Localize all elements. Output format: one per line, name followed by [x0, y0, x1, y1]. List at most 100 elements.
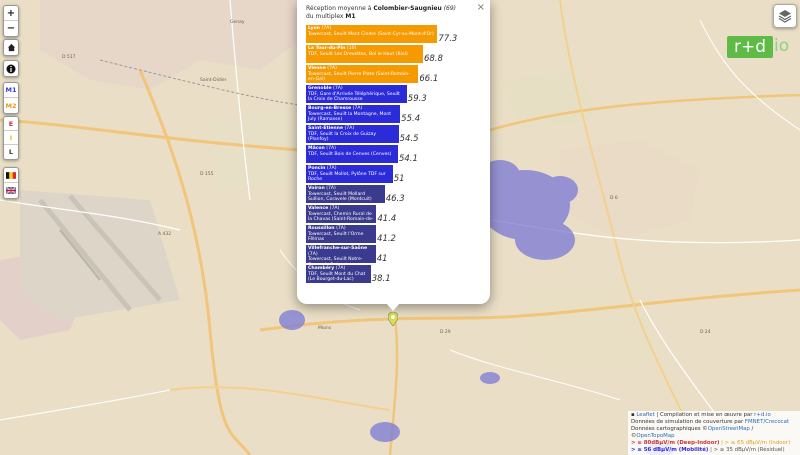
bar-value-label: 38.1 — [371, 274, 391, 284]
bar-station-tag: (7A) — [336, 226, 346, 231]
layers-icon — [778, 10, 792, 23]
uk-flag-icon — [6, 187, 16, 194]
chart-bar[interactable]: Poncin (7A) TDF, Seuilt Mollot, Pylône TD… — [306, 165, 393, 183]
bar-value-label: 55.4 — [401, 114, 421, 124]
bar-station-desc: TDF, Seuilt Mollot, Pylône TDF sur Roche — [308, 171, 386, 183]
home-control — [3, 39, 19, 56]
chart-bar[interactable]: Chambéry (7A) TDF, Seuilt Mont du Chat (L… — [306, 265, 371, 283]
popup-title: Réception moyenne à Colombier-Saugnieu (… — [306, 5, 466, 21]
bar-value-label: 41.2 — [377, 234, 396, 244]
reception-popup: × Réception moyenne à Colombier-Saugnieu… — [297, 0, 490, 304]
zoom-in-button[interactable]: + — [4, 6, 18, 21]
multiplex-m2-button[interactable]: M2 — [4, 98, 18, 113]
bar-station-desc: TDF, Seuilt Mont du Chat (Le Bourget-du-… — [308, 271, 366, 283]
bar-value-label: 41 — [376, 254, 388, 264]
rd-link[interactable]: r+d.io — [754, 412, 771, 418]
chart-row: Roussillon (7A) Towercast, Seuilt l'Orme … — [306, 225, 484, 245]
attrib-text: Données cartographiques © — [631, 426, 708, 432]
title-line2: du multiplex — [306, 13, 346, 20]
bar-station-tag: (7A) — [329, 206, 340, 211]
legend-mobilite: > ≥ 56 dBµV/m (Mobilité) — [631, 447, 709, 453]
multiplex-m1-button[interactable]: M1 — [4, 83, 18, 98]
bar-value-label: 54.5 — [399, 134, 419, 144]
bar-station-tag: (7A) — [352, 106, 363, 111]
bar-value-label: 51 — [393, 174, 405, 184]
attrib-text: | Compilation et mise en œuvre par — [654, 412, 755, 418]
chart-bar[interactable]: La Tour-du-Pin (10) TDF, Seuilt Les Dreve… — [306, 45, 423, 63]
home-button[interactable] — [4, 40, 18, 55]
bar-station-tag: (7A) — [308, 251, 318, 257]
bar-station-tag: (7A) — [327, 66, 337, 71]
belgium-flag-icon — [6, 171, 16, 179]
zoom-out-button[interactable]: − — [4, 21, 18, 36]
road-label: D 6 — [610, 196, 618, 201]
bar-station-tag: (10) — [346, 46, 357, 51]
bar-station-tag: (7A) — [335, 266, 346, 271]
chart-bar[interactable]: Lyon (7A) Towercast, Seuilt Mont Cindre (… — [306, 25, 438, 43]
location-marker[interactable] — [388, 312, 398, 326]
place-label: Saint-Didier — [200, 78, 227, 83]
chart-bar[interactable]: Grenoble (7A) TDF, Gare d'Arrivée Téléphé… — [306, 85, 407, 103]
rd-logo-tail: io — [774, 36, 790, 56]
reception-bar-chart: Lyon (7A) Towercast, Seuilt Mont Cindre (… — [306, 25, 484, 285]
otm-link[interactable]: OpenTopoMap — [636, 433, 674, 439]
env-l-button[interactable]: L — [4, 145, 18, 159]
place-label: Mions — [318, 326, 332, 331]
road-label: D 24 — [700, 330, 711, 335]
env-i-button[interactable]: I — [4, 131, 18, 145]
bar-station-name: Mâcon — [308, 146, 325, 151]
chart-row: Saint-Etienne (7A) TDF, Seuilt la Croix d… — [306, 125, 484, 145]
language-be-button[interactable] — [4, 168, 18, 183]
road-label: D 155 — [200, 172, 214, 177]
chart-row: Vienne (7A) Towercast, Seuilt Pierre Plat… — [306, 65, 484, 85]
chart-bar[interactable]: Mâcon (7A) TDF, Seuilt Bois de Cenves (Ce… — [306, 145, 398, 163]
chart-bar[interactable]: Bourg-en-Bresse (7A) Towercast, Seuilt la… — [306, 105, 401, 123]
bar-value-label: 59.3 — [407, 94, 427, 104]
bar-station-desc: Towercast, Chemin Rural de la Chavas (Sa… — [308, 211, 374, 223]
road-label: D 29 — [440, 330, 451, 335]
chart-row: Voiron (7A) Towercast, Seuilt Mollard Sul… — [306, 185, 484, 205]
leaflet-link[interactable]: Leaflet — [636, 412, 654, 418]
bar-station-name: Valence — [308, 206, 329, 211]
env-e-button[interactable]: E — [4, 117, 18, 131]
bar-value-label: 68.8 — [423, 54, 443, 64]
bar-station-name: Voiron — [308, 186, 325, 191]
chart-bar[interactable]: Voiron (7A) Towercast, Seuilt Mollard Sul… — [306, 185, 385, 203]
chart-bar[interactable]: Roussillon (7A) Towercast, Seuilt l'Orme … — [306, 225, 377, 243]
chart-bar[interactable]: Saint-Etienne (7A) TDF, Seuilt la Croix d… — [306, 125, 399, 143]
chart-bar[interactable]: Vienne (7A) Towercast, Seuilt Pierre Plat… — [306, 65, 419, 83]
bar-station-desc: TDF, Seuilt Bois de Cenves (Cenves) — [308, 151, 392, 157]
layers-button[interactable] — [773, 4, 797, 28]
chart-row: Valence (7A) Towercast, Chemin Rural de l… — [306, 205, 484, 225]
bar-station-tag: (7A) — [326, 186, 336, 191]
bar-station-desc: TDF, Gare d'Arrivée Téléphérique, Seuilt… — [308, 91, 400, 103]
chart-bar[interactable]: Valence (7A) Towercast, Chemin Rural de l… — [306, 205, 377, 223]
chart-bar[interactable]: Villefranche-sur-Saône (7A) Towercast, Se… — [306, 245, 376, 263]
popup-close-button[interactable]: × — [477, 2, 485, 13]
bar-station-tag: (7A) — [333, 86, 343, 91]
chart-row: Chambéry (7A) TDF, Seuilt Mont du Chat (L… — [306, 265, 484, 285]
chart-row: Villefranche-sur-Saône (7A) Towercast, Se… — [306, 245, 484, 265]
bar-station-name: La Tour-du-Pin — [308, 46, 346, 51]
language-en-button[interactable] — [4, 183, 18, 198]
bar-value-label: 77.3 — [438, 34, 458, 44]
bar-station-tag: (7A) — [321, 26, 332, 31]
map-attribution: ▪ Leaflet | Compilation et mise en œuvre… — [628, 411, 800, 455]
osm-link[interactable]: OpenStreetMap — [708, 426, 750, 432]
legend-deep-indoor: > ≥ 80dBµV/m (Deep-Indoor) — [631, 440, 720, 446]
bar-station-desc: Towercast, Seuilt Pierre Plate (Saint-Ro… — [308, 71, 410, 83]
info-icon — [6, 64, 16, 73]
bar-value-label: 66.1 — [419, 74, 439, 84]
environment-control: E I L — [3, 116, 19, 160]
bar-station-name: Villefranche-sur-Saône — [308, 246, 368, 251]
bar-station-desc: TDF, Seuilt Les Drevettes, Bol le Haut (… — [308, 51, 408, 57]
road-label: A 432 — [158, 232, 172, 237]
bar-station-name: Lyon — [308, 26, 321, 31]
chart-row: Poncin (7A) TDF, Seuilt Mollot, Pylône TD… — [306, 165, 484, 185]
bar-value-label: 46.3 — [385, 194, 405, 204]
bar-station-name: Chambéry — [308, 266, 335, 271]
fmnet-link[interactable]: FMNET/Crecocat — [745, 419, 789, 425]
info-button[interactable] — [4, 61, 18, 76]
chart-row: La Tour-du-Pin (10) TDF, Seuilt Les Dreve… — [306, 45, 484, 65]
bar-station-name: Poncin — [308, 166, 326, 171]
